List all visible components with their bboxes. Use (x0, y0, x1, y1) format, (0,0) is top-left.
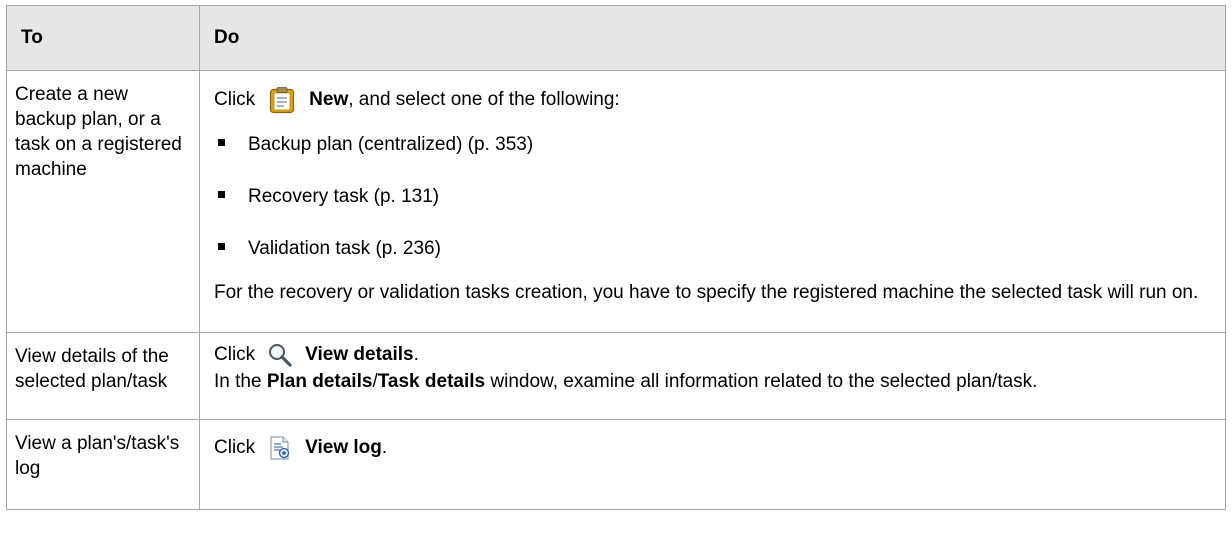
new-clipboard-icon[interactable] (268, 86, 296, 114)
do-cell: Click View log. (199, 419, 1226, 510)
do-cell: Click New, and select one of the followi… (199, 70, 1226, 333)
to-cell: View details of the selected plan/task (6, 332, 200, 420)
list-item: Backup plan (centralized) (p. 353) (214, 132, 1211, 157)
detail-text: In the Plan details/Task details window,… (214, 369, 1211, 394)
detail-suffix: window, examine all information related … (490, 371, 1038, 392)
bullet-square-icon (218, 243, 225, 250)
option-list: Backup plan (centralized) (p. 353) Recov… (214, 132, 1211, 261)
click-line: Click View log. (214, 434, 1211, 462)
click-text: Click (214, 344, 256, 365)
detail-prefix: In the (214, 371, 262, 392)
action-view-log: View log (305, 437, 382, 458)
header-do: Do (199, 5, 1226, 71)
click-text: Click (214, 437, 256, 458)
bullet-square-icon (218, 139, 225, 146)
click-text: Click (214, 89, 256, 110)
option-text: Backup plan (centralized) (p. 353) (248, 134, 534, 155)
action-suffix: . (381, 437, 388, 458)
actions-table: To Do Create a new backup plan, or a tas… (6, 5, 1226, 510)
window-plan-details: Plan details (266, 371, 373, 392)
table-row: View details of the selected plan/task C… (6, 332, 1226, 420)
table-row: View a plan's/task's log Click View log … (6, 419, 1226, 510)
list-item: Recovery task (p. 131) (214, 184, 1211, 209)
magnifier-icon[interactable] (267, 342, 293, 368)
table-header-row: To Do (6, 5, 1226, 71)
view-log-icon[interactable] (267, 435, 293, 461)
bullet-square-icon (218, 191, 225, 198)
note-text: For the recovery or validation tasks cre… (214, 282, 1199, 303)
header-to: To (6, 5, 200, 71)
action-suffix: . (413, 344, 419, 365)
do-cell: Click View details. In the Plan details/… (199, 332, 1226, 420)
action-new: New (309, 89, 349, 110)
click-line: Click View details. (214, 341, 1211, 369)
action-view-details: View details (305, 344, 414, 365)
option-text: Recovery task (p. 131) (248, 186, 440, 207)
click-line: Click New, and select one of the followi… (214, 86, 1211, 114)
window-task-details: Task details (377, 371, 486, 392)
action-suffix: , and select one of the following: (348, 89, 620, 110)
to-cell: Create a new backup plan, or a task on a… (6, 70, 200, 333)
list-item: Validation task (p. 236) (214, 236, 1211, 261)
to-cell: View a plan's/task's log (6, 419, 200, 510)
option-text: Validation task (p. 236) (248, 238, 441, 259)
table-row: Create a new backup plan, or a task on a… (6, 70, 1226, 333)
